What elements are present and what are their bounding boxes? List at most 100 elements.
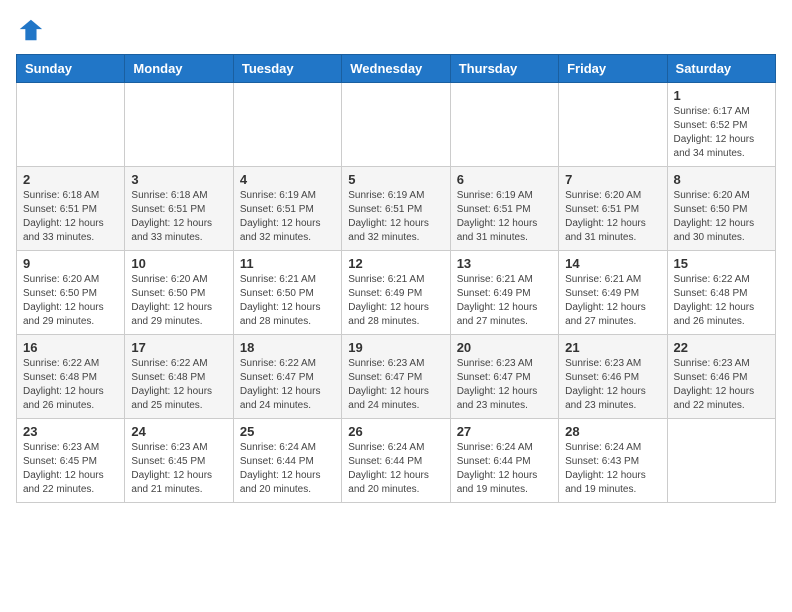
day-info: Sunrise: 6:24 AM Sunset: 6:44 PM Dayligh…	[240, 441, 335, 497]
day-info: Sunrise: 6:19 AM Sunset: 6:51 PM Dayligh…	[348, 189, 443, 245]
calendar-cell: 13 Sunrise: 6:21 AM Sunset: 6:49 PM Dayli…	[450, 251, 558, 335]
day-number: 17	[131, 340, 226, 355]
day-number: 9	[23, 256, 118, 271]
day-info: Sunrise: 6:20 AM Sunset: 6:50 PM Dayligh…	[23, 273, 118, 329]
day-info: Sunrise: 6:19 AM Sunset: 6:51 PM Dayligh…	[240, 189, 335, 245]
day-number: 16	[23, 340, 118, 355]
day-info: Sunrise: 6:23 AM Sunset: 6:47 PM Dayligh…	[457, 357, 552, 413]
day-info: Sunrise: 6:21 AM Sunset: 6:50 PM Dayligh…	[240, 273, 335, 329]
calendar-cell: 26 Sunrise: 6:24 AM Sunset: 6:44 PM Dayli…	[342, 419, 450, 503]
calendar-cell	[559, 83, 667, 167]
calendar-cell: 21 Sunrise: 6:23 AM Sunset: 6:46 PM Dayli…	[559, 335, 667, 419]
day-number: 20	[457, 340, 552, 355]
calendar-header-saturday: Saturday	[667, 55, 775, 83]
day-number: 13	[457, 256, 552, 271]
calendar-week-row: 16 Sunrise: 6:22 AM Sunset: 6:48 PM Dayli…	[17, 335, 776, 419]
calendar-cell: 24 Sunrise: 6:23 AM Sunset: 6:45 PM Dayli…	[125, 419, 233, 503]
day-info: Sunrise: 6:24 AM Sunset: 6:44 PM Dayligh…	[348, 441, 443, 497]
day-number: 19	[348, 340, 443, 355]
calendar-cell: 12 Sunrise: 6:21 AM Sunset: 6:49 PM Dayli…	[342, 251, 450, 335]
day-number: 23	[23, 424, 118, 439]
calendar-cell: 18 Sunrise: 6:22 AM Sunset: 6:47 PM Dayli…	[233, 335, 341, 419]
day-info: Sunrise: 6:23 AM Sunset: 6:45 PM Dayligh…	[131, 441, 226, 497]
calendar-header-sunday: Sunday	[17, 55, 125, 83]
calendar-cell: 8 Sunrise: 6:20 AM Sunset: 6:50 PM Daylig…	[667, 167, 775, 251]
day-info: Sunrise: 6:22 AM Sunset: 6:47 PM Dayligh…	[240, 357, 335, 413]
day-info: Sunrise: 6:18 AM Sunset: 6:51 PM Dayligh…	[23, 189, 118, 245]
calendar-cell: 23 Sunrise: 6:23 AM Sunset: 6:45 PM Dayli…	[17, 419, 125, 503]
day-info: Sunrise: 6:23 AM Sunset: 6:46 PM Dayligh…	[674, 357, 769, 413]
day-number: 14	[565, 256, 660, 271]
day-number: 3	[131, 172, 226, 187]
calendar-header-tuesday: Tuesday	[233, 55, 341, 83]
day-info: Sunrise: 6:17 AM Sunset: 6:52 PM Dayligh…	[674, 105, 769, 161]
day-number: 12	[348, 256, 443, 271]
day-info: Sunrise: 6:20 AM Sunset: 6:51 PM Dayligh…	[565, 189, 660, 245]
day-info: Sunrise: 6:21 AM Sunset: 6:49 PM Dayligh…	[457, 273, 552, 329]
calendar-week-row: 23 Sunrise: 6:23 AM Sunset: 6:45 PM Dayli…	[17, 419, 776, 503]
calendar-cell	[667, 419, 775, 503]
calendar-header-friday: Friday	[559, 55, 667, 83]
day-info: Sunrise: 6:21 AM Sunset: 6:49 PM Dayligh…	[565, 273, 660, 329]
day-number: 27	[457, 424, 552, 439]
day-number: 15	[674, 256, 769, 271]
calendar-cell: 28 Sunrise: 6:24 AM Sunset: 6:43 PM Dayli…	[559, 419, 667, 503]
calendar-cell: 6 Sunrise: 6:19 AM Sunset: 6:51 PM Daylig…	[450, 167, 558, 251]
calendar-cell: 3 Sunrise: 6:18 AM Sunset: 6:51 PM Daylig…	[125, 167, 233, 251]
calendar-cell	[125, 83, 233, 167]
day-number: 21	[565, 340, 660, 355]
day-number: 18	[240, 340, 335, 355]
day-number: 7	[565, 172, 660, 187]
day-number: 24	[131, 424, 226, 439]
day-info: Sunrise: 6:20 AM Sunset: 6:50 PM Dayligh…	[674, 189, 769, 245]
calendar-cell: 4 Sunrise: 6:19 AM Sunset: 6:51 PM Daylig…	[233, 167, 341, 251]
calendar-cell: 17 Sunrise: 6:22 AM Sunset: 6:48 PM Dayli…	[125, 335, 233, 419]
day-info: Sunrise: 6:24 AM Sunset: 6:43 PM Dayligh…	[565, 441, 660, 497]
day-number: 22	[674, 340, 769, 355]
day-number: 11	[240, 256, 335, 271]
day-info: Sunrise: 6:22 AM Sunset: 6:48 PM Dayligh…	[131, 357, 226, 413]
day-info: Sunrise: 6:23 AM Sunset: 6:46 PM Dayligh…	[565, 357, 660, 413]
calendar-cell: 20 Sunrise: 6:23 AM Sunset: 6:47 PM Dayli…	[450, 335, 558, 419]
day-number: 28	[565, 424, 660, 439]
calendar-header-row: SundayMondayTuesdayWednesdayThursdayFrid…	[17, 55, 776, 83]
calendar-cell: 22 Sunrise: 6:23 AM Sunset: 6:46 PM Dayli…	[667, 335, 775, 419]
calendar-cell: 1Sunrise: 6:17 AM Sunset: 6:52 PM Daylig…	[667, 83, 775, 167]
calendar-header-wednesday: Wednesday	[342, 55, 450, 83]
calendar-header-thursday: Thursday	[450, 55, 558, 83]
calendar-cell: 5Sunrise: 6:19 AM Sunset: 6:51 PM Daylig…	[342, 167, 450, 251]
calendar-week-row: 2Sunrise: 6:18 AM Sunset: 6:51 PM Daylig…	[17, 167, 776, 251]
logo-icon	[16, 16, 44, 44]
calendar-cell: 14 Sunrise: 6:21 AM Sunset: 6:49 PM Dayli…	[559, 251, 667, 335]
logo	[16, 16, 48, 44]
calendar-cell: 11 Sunrise: 6:21 AM Sunset: 6:50 PM Dayli…	[233, 251, 341, 335]
day-number: 6	[457, 172, 552, 187]
day-number: 4	[240, 172, 335, 187]
day-info: Sunrise: 6:22 AM Sunset: 6:48 PM Dayligh…	[23, 357, 118, 413]
day-info: Sunrise: 6:23 AM Sunset: 6:47 PM Dayligh…	[348, 357, 443, 413]
day-number: 26	[348, 424, 443, 439]
day-info: Sunrise: 6:18 AM Sunset: 6:51 PM Dayligh…	[131, 189, 226, 245]
day-number: 25	[240, 424, 335, 439]
calendar-cell	[233, 83, 341, 167]
day-info: Sunrise: 6:22 AM Sunset: 6:48 PM Dayligh…	[674, 273, 769, 329]
calendar-cell	[17, 83, 125, 167]
day-info: Sunrise: 6:24 AM Sunset: 6:44 PM Dayligh…	[457, 441, 552, 497]
day-info: Sunrise: 6:21 AM Sunset: 6:49 PM Dayligh…	[348, 273, 443, 329]
calendar-cell: 15 Sunrise: 6:22 AM Sunset: 6:48 PM Dayli…	[667, 251, 775, 335]
calendar-cell: 27 Sunrise: 6:24 AM Sunset: 6:44 PM Dayli…	[450, 419, 558, 503]
day-info: Sunrise: 6:23 AM Sunset: 6:45 PM Dayligh…	[23, 441, 118, 497]
calendar-cell	[450, 83, 558, 167]
calendar-week-row: 1Sunrise: 6:17 AM Sunset: 6:52 PM Daylig…	[17, 83, 776, 167]
calendar-cell: 10Sunrise: 6:20 AM Sunset: 6:50 PM Dayli…	[125, 251, 233, 335]
page-header	[16, 16, 776, 44]
calendar-cell: 2Sunrise: 6:18 AM Sunset: 6:51 PM Daylig…	[17, 167, 125, 251]
calendar-cell: 25 Sunrise: 6:24 AM Sunset: 6:44 PM Dayli…	[233, 419, 341, 503]
calendar-cell	[342, 83, 450, 167]
calendar-week-row: 9 Sunrise: 6:20 AM Sunset: 6:50 PM Daylig…	[17, 251, 776, 335]
day-info: Sunrise: 6:19 AM Sunset: 6:51 PM Dayligh…	[457, 189, 552, 245]
day-number: 8	[674, 172, 769, 187]
calendar-header-monday: Monday	[125, 55, 233, 83]
day-info: Sunrise: 6:20 AM Sunset: 6:50 PM Dayligh…	[131, 273, 226, 329]
calendar-table: SundayMondayTuesdayWednesdayThursdayFrid…	[16, 54, 776, 503]
